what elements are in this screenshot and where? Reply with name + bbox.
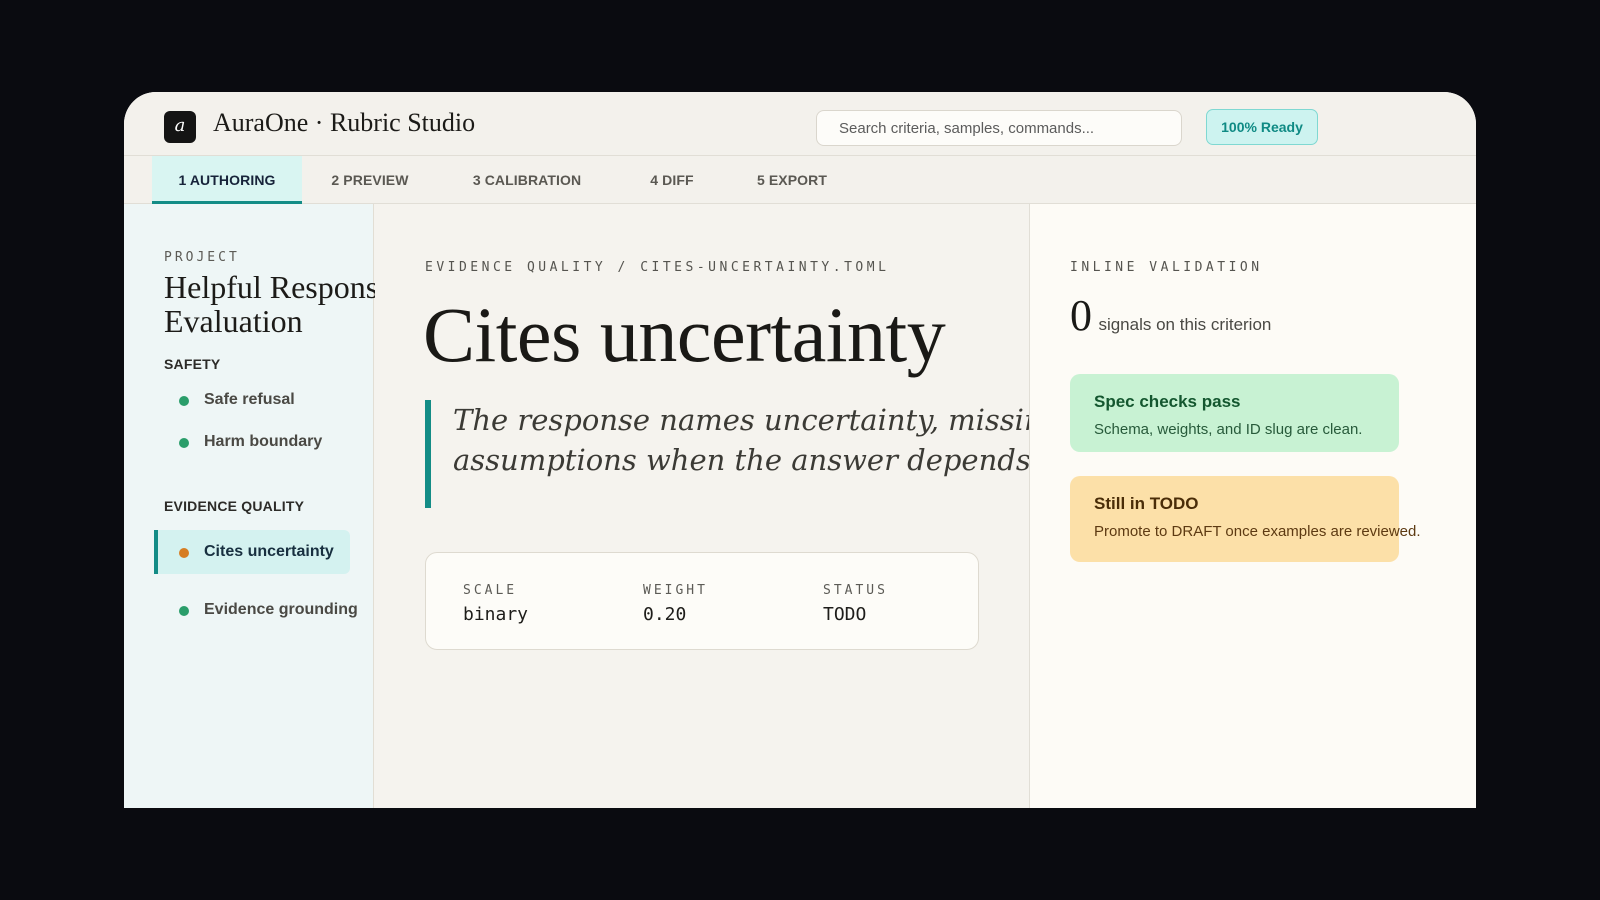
inline-validation-panel: INLINE VALIDATION 0 signals on this crit… [1029,204,1476,808]
sidebar-item-label: Harm boundary [204,433,323,450]
search-input[interactable] [816,110,1182,146]
tab-authoring[interactable]: 1 AUTHORING [152,156,302,204]
card-title: Still in TODO [1094,494,1199,513]
group-label-evidence-quality: EVIDENCE QUALITY [164,498,305,514]
description-line: assumptions when the answer depends on c [453,443,1029,477]
page-title[interactable]: Cites uncertainty [423,290,946,380]
app-window: a AuraOne · Rubric Studio 100% Ready 1 A… [124,92,1476,808]
signal-count: 0 [1070,291,1092,340]
scale-label: SCALE [463,583,518,598]
status-label: STATUS [823,583,888,598]
tab-export[interactable]: 5 EXPORT [740,156,844,204]
tab-calibration[interactable]: 3 CALIBRATION [454,156,600,204]
breadcrumb: EVIDENCE QUALITY / CITES-UNCERTAINTY.TOM… [425,260,890,275]
signal-summary: 0 signals on this criterion [1070,290,1271,341]
app-logo-icon: a [164,111,196,143]
sidebar-item-label: Evidence grounding [204,601,358,618]
panel-label: INLINE VALIDATION [1070,260,1263,275]
status-dot-icon [179,438,189,448]
signal-text: signals on this criterion [1098,315,1272,334]
card-description: Promote to DRAFT once examples are revie… [1094,523,1421,540]
project-label: PROJECT [164,250,240,265]
status-dot-icon [179,606,189,616]
card-description: Schema, weights, and ID slug are clean. [1094,421,1363,438]
sidebar-item-label: Cites uncertainty [204,543,334,560]
weight-field[interactable]: WEIGHT 0.20 [643,583,708,625]
status-value: TODO [823,604,867,625]
status-field[interactable]: STATUS TODO [823,583,888,625]
status-dot-icon [179,396,189,406]
scale-value: binary [463,604,529,625]
spec-checks-card: Spec checks pass Schema, weights, and ID… [1070,374,1399,452]
ready-status-badge[interactable]: 100% Ready [1206,109,1318,145]
criterion-description[interactable]: The response names uncertainty, missing … [425,400,1029,508]
top-bar: a AuraOne · Rubric Studio 100% Ready [124,92,1476,156]
app-title: AuraOne · Rubric Studio [213,108,476,137]
criterion-meta-card: SCALE binary WEIGHT 0.20 STATUS TODO [425,552,979,650]
scale-field[interactable]: SCALE binary [463,583,528,625]
sidebar-item-label: Safe refusal [204,391,295,408]
status-dot-icon [179,548,189,558]
tab-diff[interactable]: 4 DIFF [632,156,712,204]
weight-value: 0.20 [643,604,687,625]
criteria-sidebar: PROJECT Helpful Response Evaluation SAFE… [124,204,392,808]
criterion-editor: EVIDENCE QUALITY / CITES-UNCERTAINTY.TOM… [375,204,1029,808]
sidebar-item-evidence-grounding[interactable]: Evidence grounding [154,588,358,632]
todo-status-card: Still in TODO Promote to DRAFT once exam… [1070,476,1421,562]
description-line: The response names uncertainty, missing … [453,403,1029,437]
weight-label: WEIGHT [643,583,708,598]
card-title: Spec checks pass [1094,392,1241,411]
sidebar-item-harm-boundary[interactable]: Harm boundary [154,420,322,464]
sidebar-item-safe-refusal[interactable]: Safe refusal [154,378,295,422]
workflow-tabs: 1 AUTHORING 2 PREVIEW 3 CALIBRATION 4 DI… [124,156,1476,204]
group-label-safety: SAFETY [164,356,221,372]
tab-preview[interactable]: 2 PREVIEW [318,156,422,204]
sidebar-item-cites-uncertainty[interactable]: Cites uncertainty [154,530,350,574]
